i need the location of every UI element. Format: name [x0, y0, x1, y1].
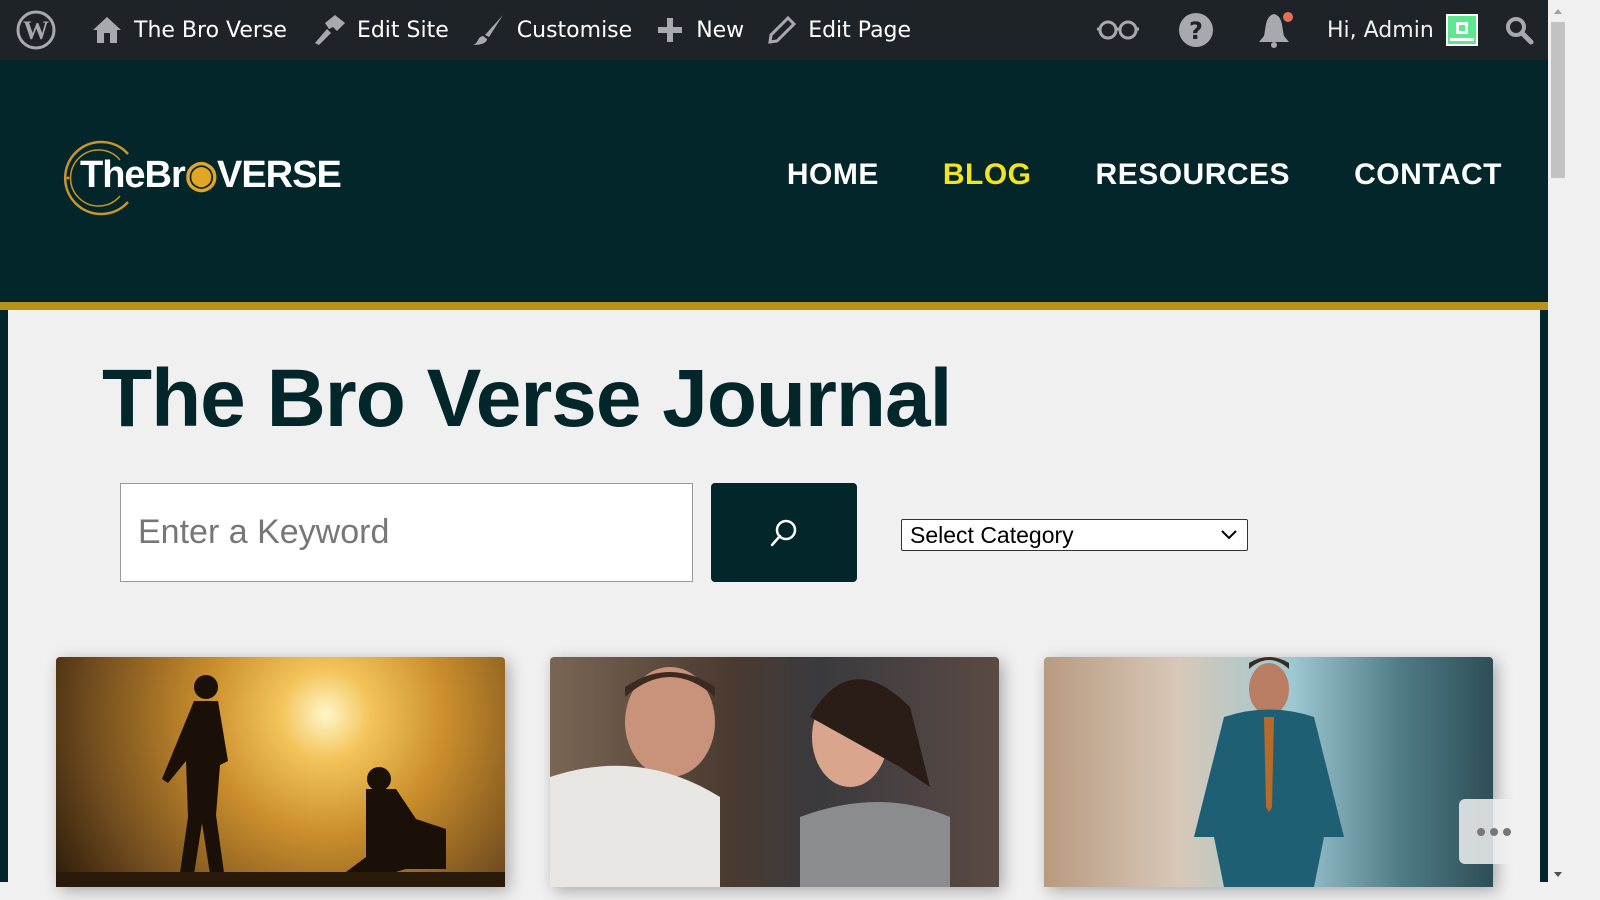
logo-wordmark: TheBr◉VERSE — [80, 154, 342, 196]
category-select-value: Select Category — [910, 521, 1074, 548]
brush-icon — [472, 15, 503, 45]
post-card-image[interactable] — [1044, 657, 1493, 887]
new-link[interactable]: New — [644, 0, 756, 60]
edit-page-label: Edit Page — [808, 17, 912, 43]
page-title: The Bro Verse Journal — [102, 353, 952, 444]
search-submit-button[interactable] — [711, 483, 857, 582]
search-icon — [770, 519, 797, 546]
site-name-link[interactable]: The Bro Verse — [80, 0, 299, 60]
post-card-image[interactable] — [56, 657, 505, 887]
wordpress-icon: W — [16, 10, 56, 50]
wordpress-menu[interactable]: W — [0, 0, 80, 60]
businessman-image — [1194, 657, 1344, 887]
nav-blog[interactable]: BLOG — [943, 158, 1032, 192]
plus-icon — [658, 18, 683, 42]
nav-resources[interactable]: RESOURCES — [1096, 158, 1291, 192]
post-card-image[interactable] — [550, 657, 999, 887]
help-icon: ? — [1179, 13, 1213, 47]
nav-contact[interactable]: CONTACT — [1354, 158, 1502, 192]
pencil-icon — [768, 16, 797, 44]
admin-search-button[interactable] — [1504, 0, 1534, 60]
notifications-button[interactable] — [1258, 0, 1296, 60]
glasses-icon — [1097, 20, 1139, 40]
home-icon — [93, 17, 121, 43]
account-menu[interactable]: Hi, Admin — [1327, 0, 1478, 60]
svg-text:?: ? — [1189, 17, 1203, 45]
chevron-down-icon — [1221, 530, 1237, 540]
page-border-right — [1540, 310, 1548, 882]
scroll-up-icon[interactable] — [1548, 4, 1568, 20]
admin-bar: W The Bro Verse Edit Site Customise New … — [0, 0, 1550, 60]
dot-icon — [1503, 827, 1511, 836]
scrollbar-thumb[interactable] — [1551, 22, 1565, 178]
search-icon — [1506, 17, 1534, 45]
reader-view-button[interactable] — [1096, 0, 1140, 60]
nav-home[interactable]: HOME — [787, 158, 879, 192]
site-logo[interactable]: TheBr◉VERSE — [60, 138, 342, 218]
main-nav: HOME BLOG RESOURCES CONTACT — [787, 158, 1502, 192]
category-select[interactable]: Select Category — [901, 519, 1248, 551]
new-label: New — [696, 17, 745, 43]
help-button[interactable]: ? — [1178, 0, 1214, 60]
greeting: Hi, Admin — [1327, 17, 1434, 43]
customise-link[interactable]: Customise — [461, 0, 644, 60]
edit-site-link[interactable]: Edit Site — [299, 0, 461, 60]
customise-label: Customise — [516, 17, 633, 43]
silhouette-image — [56, 675, 505, 887]
page-border-left — [0, 310, 8, 882]
dot-icon — [1490, 827, 1498, 836]
site-name: The Bro Verse — [134, 17, 287, 43]
bell-icon — [1259, 12, 1293, 48]
scroll-down-icon[interactable] — [1548, 866, 1568, 882]
edit-site-label: Edit Site — [356, 17, 449, 43]
site-header: TheBr◉VERSE HOME BLOG RESOURCES CONTACT — [0, 60, 1548, 310]
more-options-button[interactable] — [1459, 799, 1529, 864]
hammer-icon — [314, 15, 345, 45]
dot-icon — [1477, 827, 1485, 836]
keyword-search-input[interactable] — [120, 483, 693, 582]
arguing-couple-image — [550, 667, 950, 887]
edit-page-link[interactable]: Edit Page — [756, 0, 923, 60]
avatar — [1445, 14, 1478, 46]
svg-text:W: W — [23, 16, 49, 45]
